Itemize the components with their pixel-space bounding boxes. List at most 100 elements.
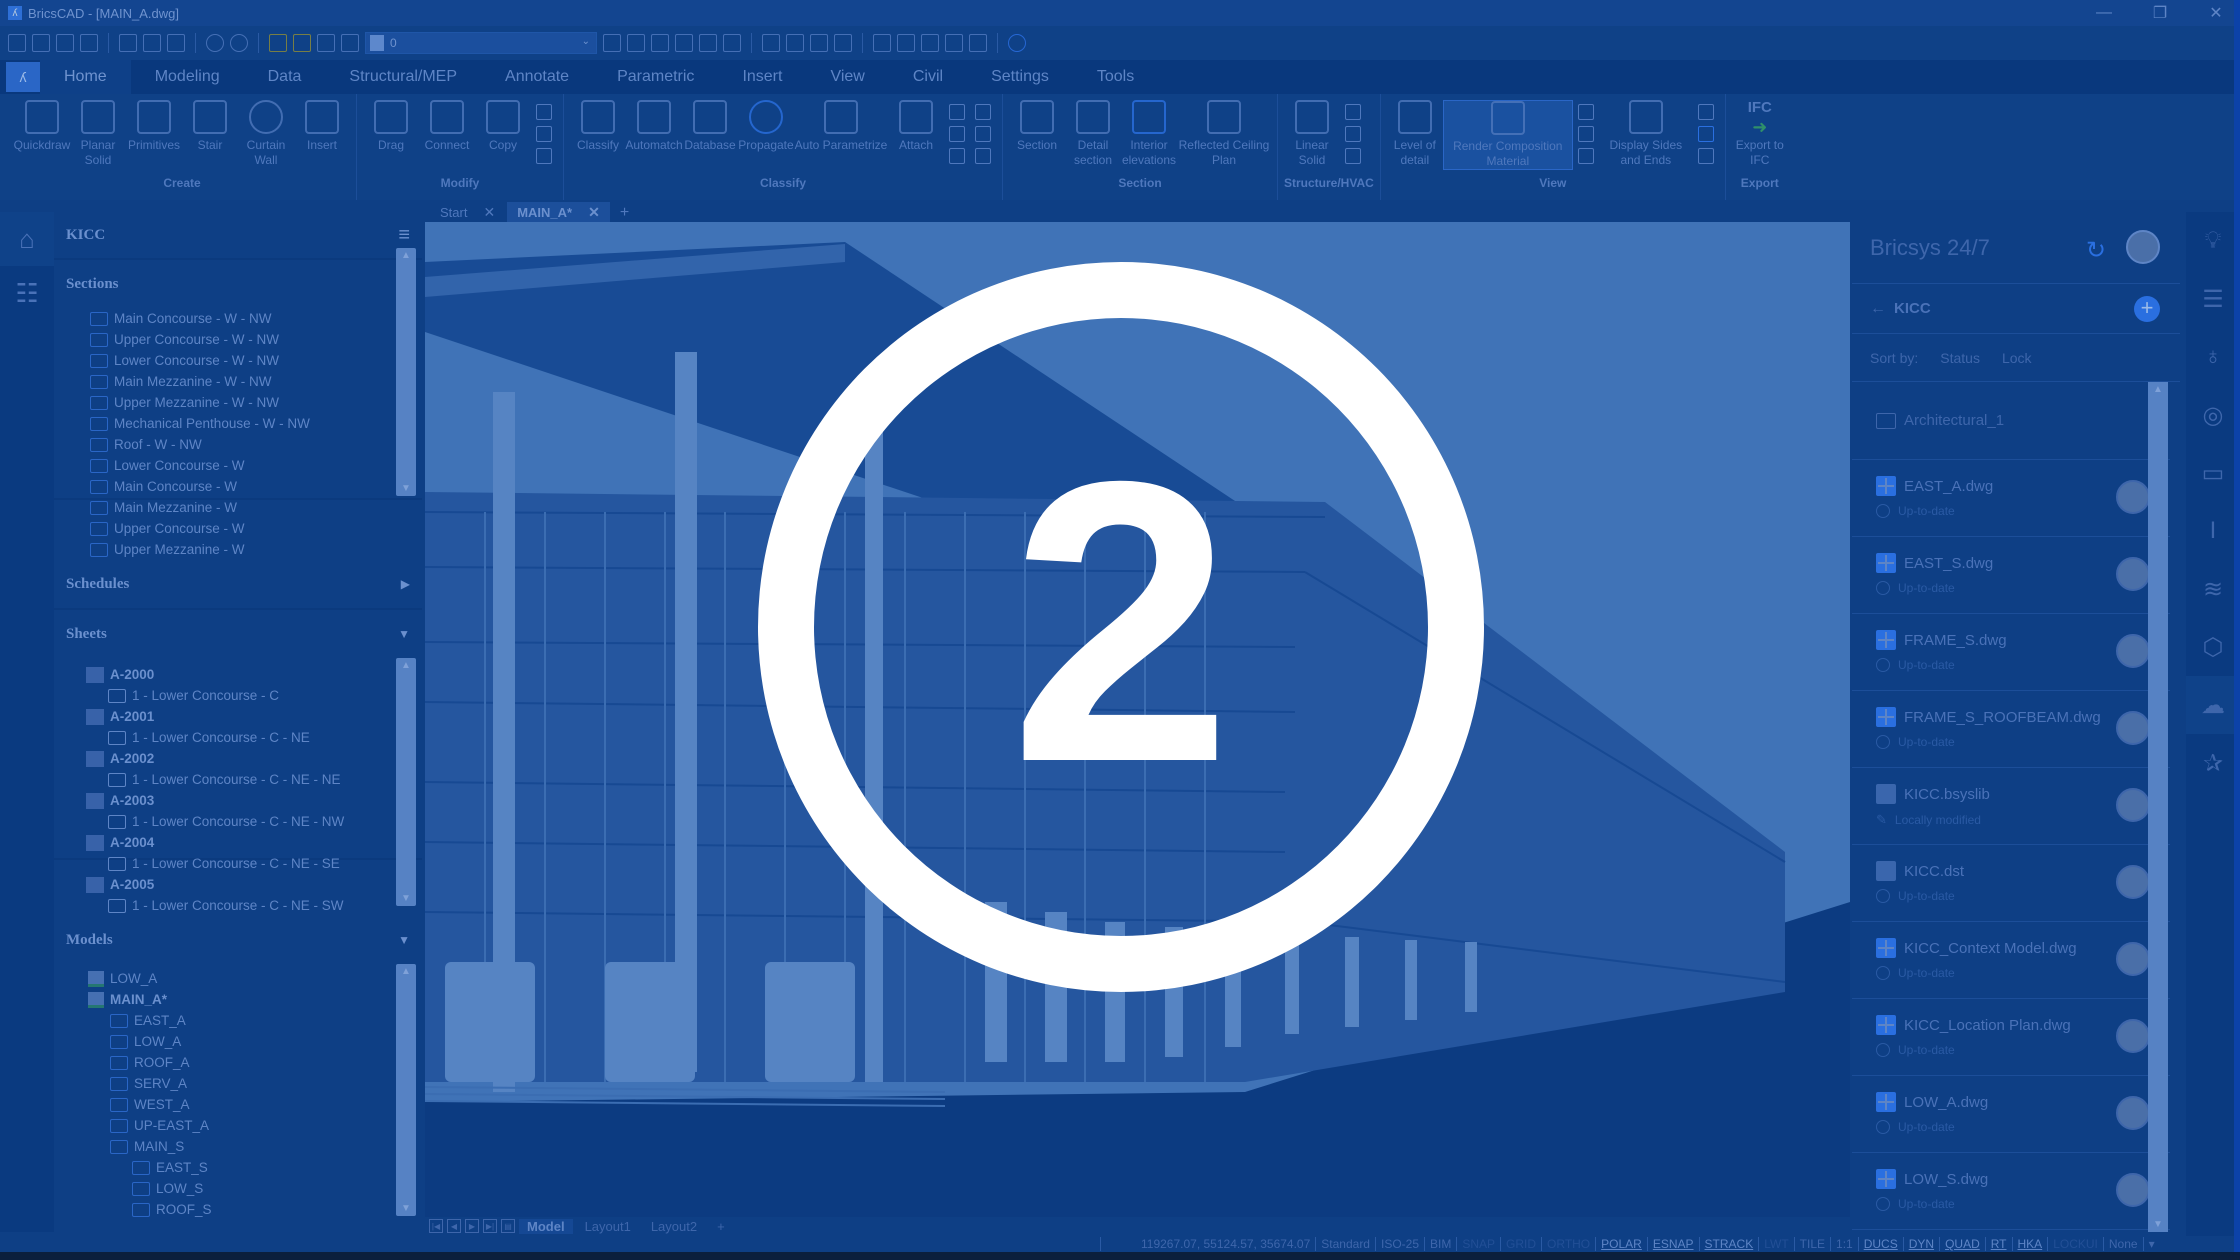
settings-icon[interactable] bbox=[921, 34, 939, 52]
file-item[interactable]: LOW_A.dwg Up-to-date bbox=[1852, 1076, 2170, 1153]
scroll-up-icon[interactable]: ▲ bbox=[396, 660, 416, 671]
target-icon[interactable] bbox=[975, 126, 991, 142]
visual-style-icon[interactable] bbox=[762, 34, 780, 52]
sheet-item[interactable]: A-2002 bbox=[86, 748, 392, 769]
hamburger-menu-icon[interactable]: ≡ bbox=[398, 224, 410, 247]
lightbulb-icon[interactable]: 💡︎ bbox=[2186, 212, 2240, 270]
close-icon[interactable]: ✕ bbox=[588, 204, 600, 221]
doc-tab-main-a[interactable]: MAIN_A* ✕ bbox=[507, 202, 610, 222]
toggle-ortho[interactable]: ORTHO bbox=[1541, 1237, 1595, 1251]
beam-icon[interactable]: I bbox=[2186, 502, 2240, 560]
solid-cube-icon[interactable] bbox=[1697, 104, 1714, 120]
interior-elevations-button[interactable]: Interior elevations bbox=[1121, 100, 1177, 168]
shaded-icon[interactable] bbox=[786, 34, 804, 52]
layer-dropdown[interactable]: 0 ⌄ bbox=[365, 32, 597, 54]
pin-icon[interactable]: ✰ bbox=[2186, 734, 2240, 792]
display-sides-ends-button[interactable]: Display Sides and Ends bbox=[1599, 100, 1693, 168]
scroll-up-icon[interactable]: ▲ bbox=[2148, 384, 2168, 395]
xref-item[interactable]: ROOF_A bbox=[88, 1052, 392, 1073]
sheets-scrollbar[interactable]: ▲ ▼ bbox=[396, 658, 416, 906]
tab-home[interactable]: Home bbox=[40, 60, 131, 94]
toggle-tile[interactable]: TILE bbox=[1793, 1237, 1830, 1251]
toggle-lockui[interactable]: LOCKUI bbox=[2047, 1237, 2103, 1251]
list-item[interactable]: Lower Concourse - W - NW bbox=[90, 350, 392, 371]
sort-by-status[interactable]: Status bbox=[1940, 350, 1980, 366]
toggle-quad[interactable]: QUAD bbox=[1939, 1237, 1985, 1251]
toggle-dyn[interactable]: DYN bbox=[1902, 1237, 1939, 1251]
model-item[interactable]: LOW_A bbox=[88, 968, 392, 989]
view-item[interactable]: 1 - Lower Concourse - C - NE - SE bbox=[86, 853, 392, 874]
primitives-button[interactable]: Primitives bbox=[126, 100, 182, 153]
scroll-up-icon[interactable]: ▲ bbox=[396, 250, 416, 261]
add-button[interactable]: + bbox=[2134, 296, 2160, 322]
xref-item[interactable]: UP-EAST_A bbox=[88, 1115, 392, 1136]
status-iso25[interactable]: ISO-25 bbox=[1374, 1237, 1424, 1251]
hidden-icon[interactable] bbox=[810, 34, 828, 52]
status-standard[interactable]: Standard bbox=[1315, 1237, 1375, 1251]
ruler-icon[interactable]: ▭ bbox=[2186, 444, 2240, 502]
cloud-upload-icon[interactable]: ☁ bbox=[2186, 676, 2240, 734]
wireframe-icon[interactable] bbox=[834, 34, 852, 52]
propagate-icon[interactable]: ◎ bbox=[2186, 386, 2240, 444]
new-icon[interactable] bbox=[8, 34, 26, 52]
structure-tree-icon[interactable]: ☷ bbox=[0, 266, 54, 320]
level-of-detail-button[interactable]: Level of detail bbox=[1387, 100, 1443, 168]
toggle-grid[interactable]: GRID bbox=[1500, 1237, 1541, 1251]
xref-item[interactable]: ROOF_S bbox=[88, 1199, 392, 1220]
status-none[interactable]: None bbox=[2102, 1237, 2143, 1251]
tab-settings[interactable]: Settings bbox=[967, 60, 1073, 94]
user-avatar[interactable] bbox=[2126, 230, 2160, 264]
close-icon[interactable]: ✕ bbox=[483, 204, 495, 221]
tab-modeling[interactable]: Modeling bbox=[131, 60, 244, 94]
quickdraw-button[interactable]: Quickdraw bbox=[14, 100, 70, 153]
tab-insert[interactable]: Insert bbox=[718, 60, 806, 94]
xref-item[interactable]: LOW_S bbox=[88, 1178, 392, 1199]
tab-view[interactable]: View bbox=[806, 60, 888, 94]
tab-parametric[interactable]: Parametric bbox=[593, 60, 718, 94]
first-layout-icon[interactable]: |◀ bbox=[429, 1219, 443, 1233]
plot-preview-icon[interactable] bbox=[143, 34, 161, 52]
save-icon[interactable] bbox=[56, 34, 74, 52]
sections-header[interactable]: Sections ▼ bbox=[54, 260, 422, 308]
toggle-esnap[interactable]: ESNAP bbox=[1646, 1237, 1699, 1251]
balloon-icon[interactable]: ♁ bbox=[2186, 328, 2240, 386]
linear-solid-button[interactable]: Linear Solid bbox=[1284, 100, 1340, 168]
annotation-scale[interactable]: 1:1 bbox=[1830, 1237, 1858, 1251]
toggle-strack[interactable]: STRACK bbox=[1698, 1237, 1759, 1251]
tab-annotate[interactable]: Annotate bbox=[481, 60, 593, 94]
home-icon[interactable]: ⌂ bbox=[0, 212, 54, 266]
last-layout-icon[interactable]: ▶| bbox=[483, 1219, 497, 1233]
toggle-rt[interactable]: RT bbox=[1984, 1237, 2012, 1251]
xref-item[interactable]: LOW_A bbox=[88, 1031, 392, 1052]
stair-button[interactable]: Stair bbox=[182, 100, 238, 153]
close-button[interactable]: ✕ bbox=[2206, 3, 2226, 23]
connect-button[interactable]: Connect bbox=[419, 100, 475, 153]
file-list-scrollbar[interactable]: ▲ ▼ bbox=[2148, 382, 2168, 1232]
planar-solid-button[interactable]: Planar Solid bbox=[70, 100, 126, 168]
model-item[interactable]: MAIN_A* bbox=[88, 989, 392, 1010]
attach-button[interactable]: Attach bbox=[888, 100, 944, 153]
schedules-header[interactable]: Schedules ▶ bbox=[54, 560, 422, 608]
layer-freeze-icon[interactable] bbox=[293, 34, 311, 52]
curtain-wall-button[interactable]: Curtain Wall bbox=[238, 100, 294, 168]
publish-icon[interactable] bbox=[167, 34, 185, 52]
file-item[interactable]: LOW_S.dwg Up-to-date bbox=[1852, 1153, 2170, 1230]
list-item[interactable]: Main Concourse - W - NW bbox=[90, 308, 392, 329]
layer-on-icon[interactable] bbox=[269, 34, 287, 52]
table-icon[interactable] bbox=[975, 104, 991, 120]
tab-civil[interactable]: Civil bbox=[889, 60, 967, 94]
view-item[interactable]: 1 - Lower Concourse - C bbox=[86, 685, 392, 706]
toggle-lwt[interactable]: LWT bbox=[1758, 1237, 1793, 1251]
file-item[interactable]: FRAME_S_ROOFBEAM.dwg Up-to-date bbox=[1852, 691, 2170, 768]
next-layout-icon[interactable]: ▶ bbox=[465, 1219, 479, 1233]
list-item[interactable]: Upper Mezzanine - W - NW bbox=[90, 392, 392, 413]
propagate-button[interactable]: Propagate bbox=[738, 100, 794, 153]
list-item[interactable]: Upper Mezzanine - W bbox=[90, 539, 392, 560]
render-composition-material-button[interactable]: Render Composition Material bbox=[1442, 100, 1573, 170]
eraser-icon[interactable] bbox=[897, 34, 915, 52]
sheet-item[interactable]: A-2001 bbox=[86, 706, 392, 727]
sections-scrollbar[interactable]: ▲ ▼ bbox=[396, 248, 416, 496]
view-item[interactable]: 1 - Lower Concourse - C - NE - NW bbox=[86, 811, 392, 832]
image-icon[interactable] bbox=[969, 34, 987, 52]
sort-by-lock[interactable]: Lock bbox=[2002, 350, 2032, 366]
